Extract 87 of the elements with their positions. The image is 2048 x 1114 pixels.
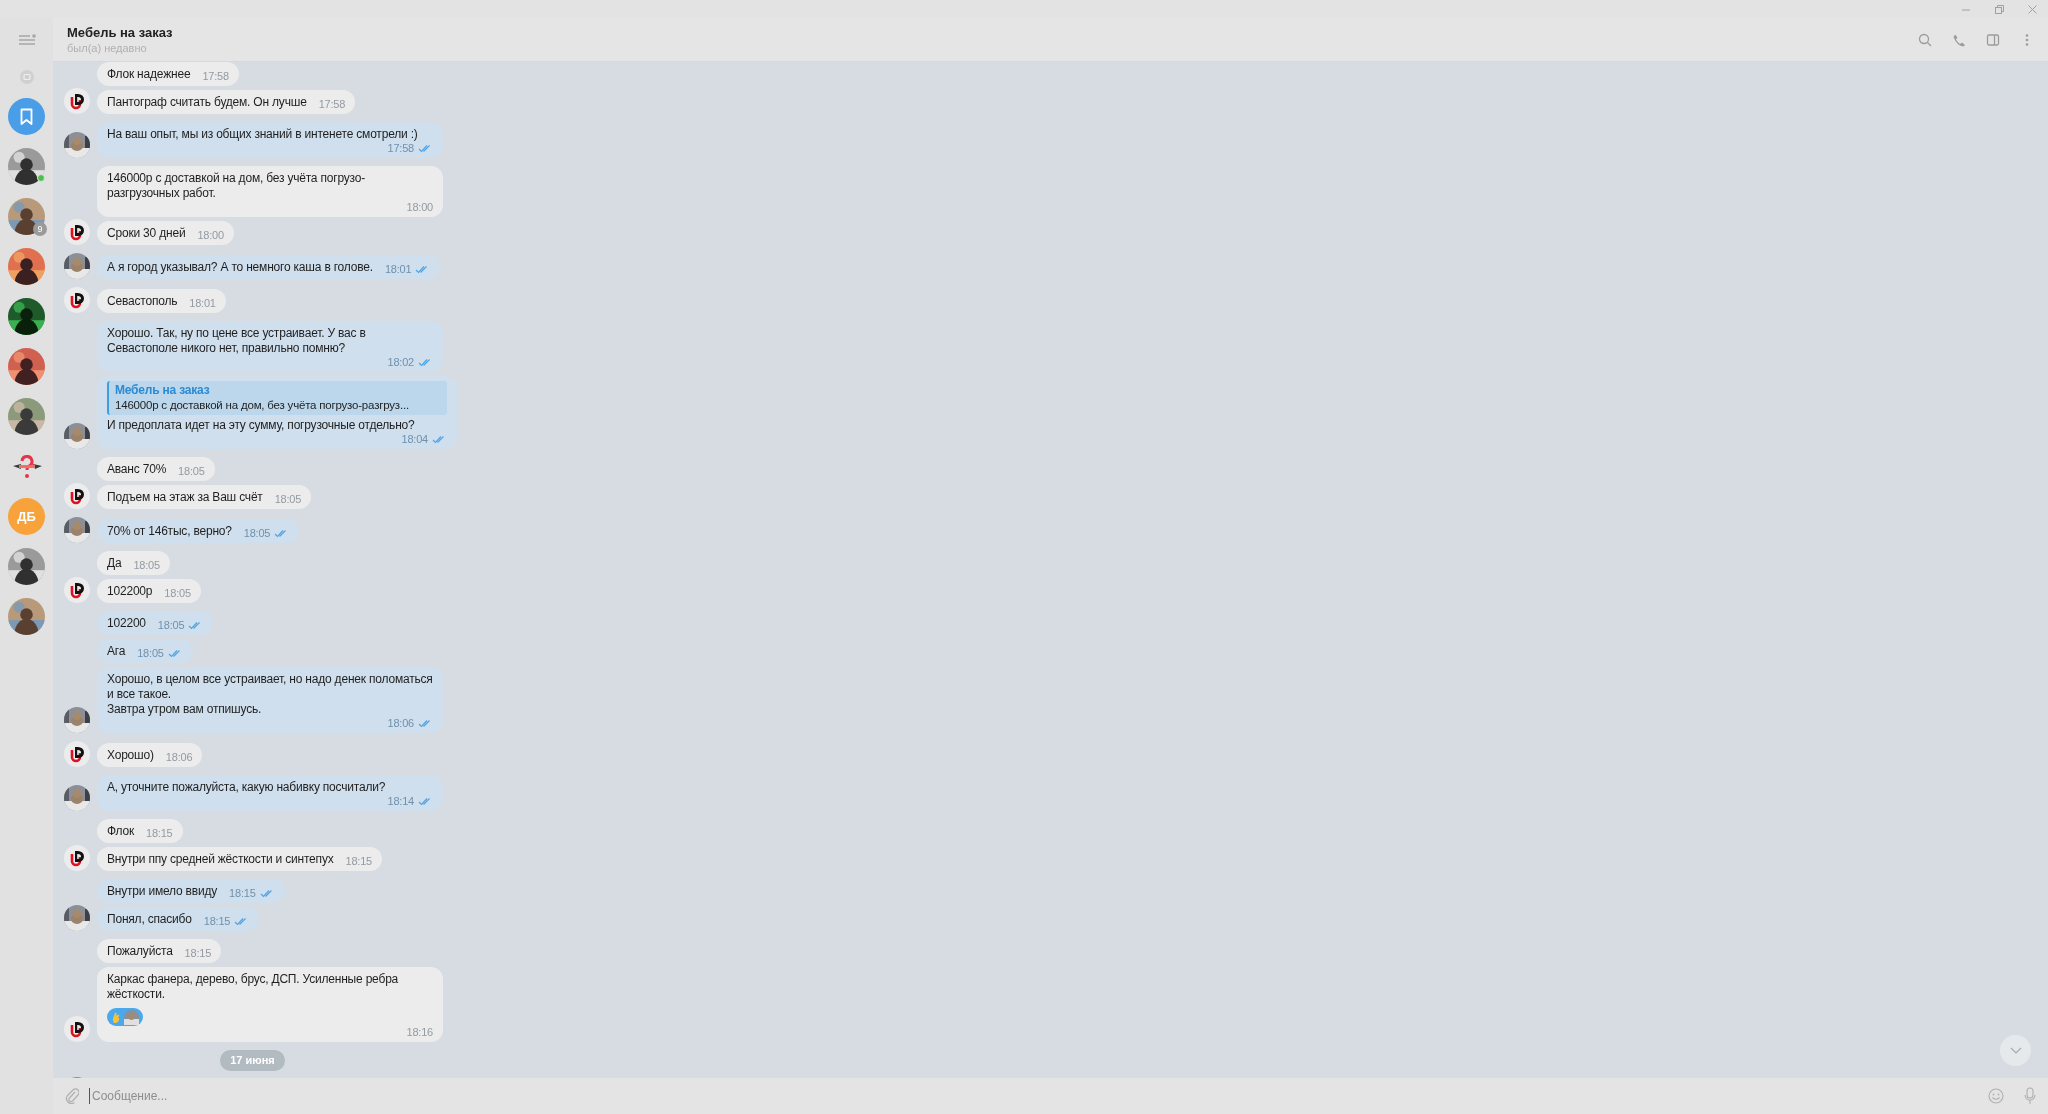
chat-avatar-button[interactable] [8, 298, 45, 335]
archive-icon[interactable] [19, 70, 34, 84]
search-icon[interactable] [1918, 32, 1932, 47]
message-text: 102200 [107, 616, 146, 631]
logo-icon [64, 219, 90, 245]
message-time: 18:02 [387, 356, 414, 369]
message-text: Аванс 70% [107, 462, 167, 477]
message-text: Флок [107, 824, 134, 839]
logo-icon [64, 287, 90, 313]
message-text: 102200р [107, 584, 153, 599]
reply-sender: Мебель на заказ [115, 383, 211, 398]
chat-avatar-button[interactable] [8, 248, 45, 285]
message-text: Внутри ппу средней жёсткости и синтепух [107, 852, 334, 867]
chat-avatar-button[interactable] [8, 598, 45, 635]
message-text: Пантограф считать будем. Он лучше [107, 95, 307, 110]
chevron-down-icon [2009, 1047, 2022, 1054]
menu-icon[interactable] [17, 34, 36, 46]
message-time: 18:06 [387, 717, 414, 730]
message-time: 18:15 [184, 947, 212, 960]
message-text: 70% от 146тыс, верно? [107, 524, 232, 539]
message-text: Ага [107, 644, 126, 659]
microphone-icon[interactable] [2024, 1087, 2036, 1105]
message-time: 18:05 [137, 647, 164, 660]
message-time: 17:58 [318, 98, 346, 111]
message-time: 18:14 [387, 795, 414, 808]
message-time: 18:05 [157, 619, 185, 632]
message-time: 18:01 [384, 263, 412, 276]
logo-icon [64, 741, 90, 767]
message-time: 18:05 [178, 465, 205, 478]
message-time: 18:00 [406, 201, 433, 214]
chat-title: Мебель на заказ [67, 24, 174, 41]
message-time: 18:15 [229, 887, 256, 900]
message-time: 17:58 [387, 142, 414, 155]
reply-text: 146000р с доставкой на дом, без учёта погрузо-разгруз... [115, 398, 409, 413]
sidebar-toggle-icon[interactable] [1986, 32, 2000, 47]
message-time: 18:04 [401, 433, 428, 446]
message-time: 18:05 [133, 559, 160, 572]
message-time: 18:16 [406, 1026, 433, 1039]
reaction-button[interactable] [107, 1008, 143, 1026]
message-text: 146000р с доставкой на дом, без учёта погрузо-разгрузочных работ. [107, 171, 366, 201]
attach-icon[interactable] [65, 1088, 79, 1104]
message-text: Хорошо. Так, ну по цене все устраивает. У вас в Севастополе никого нет, правильно помню? [107, 326, 367, 356]
message-text: Сроки 30 дней [107, 226, 186, 241]
message-time: 18:00 [197, 229, 224, 242]
logo-icon [64, 88, 90, 114]
message-text: Подъем на этаж за Ваш счёт [107, 490, 263, 505]
phone-icon[interactable] [1952, 32, 1966, 47]
message-text: Севастополь [107, 294, 178, 309]
message-time: 18:15 [345, 855, 372, 868]
message-time: 18:05 [164, 587, 191, 600]
message-text: Хорошо) [107, 748, 154, 763]
chat-avatar-button[interactable] [8, 148, 45, 185]
chat-avatar-button[interactable]: 9 [8, 198, 45, 235]
message-text: На ваш опыт, мы из общих знаний в интенете смотрели :) [107, 127, 418, 142]
restore-icon[interactable] [1994, 3, 2005, 15]
message-time: 18:15 [203, 915, 231, 928]
close-icon[interactable] [2027, 3, 2038, 15]
message-time: 18:01 [189, 297, 216, 310]
logo-icon [64, 483, 90, 509]
message-time: 18:05 [243, 527, 271, 540]
message-text: И предоплата идет на эту сумму, погрузочные отдельно? [107, 418, 415, 433]
message-text: Пожалуйста [107, 944, 173, 959]
message-text: Хорошо, в целом все устраивает, но надо денек поломаться и все такое. Завтра утром вам отпишусь. [107, 672, 433, 717]
chat-avatar-button[interactable] [8, 348, 45, 385]
logo-icon [64, 1016, 90, 1042]
chat-avatar-button[interactable] [8, 398, 45, 435]
message-time: 18:05 [274, 493, 302, 506]
message-text: Флок надежнее [107, 67, 191, 82]
message-text: А я город указывал? А то немного каша в голове. [107, 260, 373, 275]
message-text: Да [107, 556, 122, 571]
scroll-down-button[interactable] [2000, 1035, 2031, 1066]
message-text: А, уточните пожалуйста, какую набивку посчитали? [107, 780, 386, 795]
chat-avatar-button[interactable] [8, 548, 45, 585]
message-time: 18:15 [146, 827, 173, 840]
message-text: Внутри имело ввиду [107, 884, 218, 899]
hand-icon [111, 1010, 121, 1024]
message-time: 18:06 [165, 751, 193, 764]
message-text: Понял, спасибо [107, 912, 192, 927]
message-time: 17:58 [202, 70, 229, 83]
bookmark-icon[interactable] [8, 98, 45, 135]
unread-badge: 9 [33, 222, 47, 236]
message-input[interactable]: Сообщение... [89, 1088, 1978, 1104]
emoji-icon[interactable] [1988, 1088, 2004, 1104]
chat-avatar-button[interactable]: ДБ [8, 498, 45, 535]
logo-icon [64, 577, 90, 603]
message-text: Каркас фанера, дерево, брус, ДСП. Усиленные ребра жёсткости. [107, 972, 400, 1002]
logo-icon [64, 845, 90, 871]
